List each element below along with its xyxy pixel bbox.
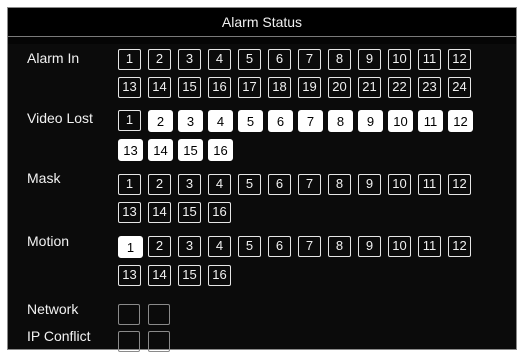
channel-20-indicator: 20: [328, 77, 351, 98]
channel-3-indicator: 3: [178, 174, 201, 195]
channel-13-indicator: 13: [118, 77, 141, 98]
channel-17-indicator: 17: [238, 77, 261, 98]
mask-label: Mask: [27, 170, 61, 186]
channel-11-indicator: 11: [418, 49, 441, 70]
channel-10-indicator: 10: [388, 110, 413, 132]
channel-4-indicator: 4: [208, 174, 231, 195]
channel-13-indicator: 13: [118, 139, 143, 161]
motion-label: Motion: [27, 233, 70, 249]
channel-10-indicator: 10: [388, 49, 411, 70]
channel-12-indicator: 12: [448, 174, 471, 195]
channel-11-indicator: 11: [418, 174, 441, 195]
channel-9-indicator: 9: [358, 110, 383, 132]
mask-channels: 1 2 3 4 5 6 7 8 9 10 11 12 13 14 15 16: [118, 174, 473, 223]
channel-14-indicator: 14: [148, 139, 173, 161]
channel-19-indicator: 19: [298, 77, 321, 98]
status-indicator: [118, 331, 140, 352]
channel-7-indicator: 7: [298, 110, 323, 132]
motion-channels: 1 2 3 4 5 6 7 8 9 10 11 12 13 14 15 16: [118, 236, 473, 286]
status-indicator: [118, 304, 140, 325]
channel-16-indicator: 16: [208, 139, 233, 161]
channel-6-indicator: 6: [268, 49, 291, 70]
ip-conflict-indicators: [118, 331, 473, 352]
channel-7-indicator: 7: [298, 49, 321, 70]
channel-14-indicator: 14: [148, 77, 171, 98]
channel-8-indicator: 8: [328, 236, 351, 257]
channel-8-indicator: 8: [328, 49, 351, 70]
channel-1-indicator: 1: [118, 49, 141, 70]
alarm-in-channels: 1 2 3 4 5 6 7 8 9 10 11 12 13 14 15 16 17 18 19 20 21 22 23 24: [118, 49, 473, 98]
channel-15-indicator: 15: [178, 77, 201, 98]
channel-2-indicator: 2: [148, 110, 173, 132]
channel-10-indicator: 10: [388, 236, 411, 257]
channel-12-indicator: 12: [448, 49, 471, 70]
channel-4-indicator: 4: [208, 110, 233, 132]
channel-5-indicator: 5: [238, 174, 261, 195]
channel-2-indicator: 2: [148, 236, 171, 257]
channel-5-indicator: 5: [238, 49, 261, 70]
channel-23-indicator: 23: [418, 77, 441, 98]
channel-15-indicator: 15: [178, 202, 201, 223]
channel-14-indicator: 14: [148, 202, 171, 223]
channel-13-indicator: 13: [118, 202, 141, 223]
status-indicator: [148, 304, 170, 325]
channel-4-indicator: 4: [208, 49, 231, 70]
channel-8-indicator: 8: [328, 110, 353, 132]
channel-1-indicator: 1: [118, 236, 143, 258]
window-title: Alarm Status: [8, 8, 516, 37]
channel-14-indicator: 14: [148, 265, 171, 286]
channel-16-indicator: 16: [208, 202, 231, 223]
channel-18-indicator: 18: [268, 77, 291, 98]
channel-13-indicator: 13: [118, 265, 141, 286]
channel-11-indicator: 11: [418, 236, 441, 257]
channel-6-indicator: 6: [268, 174, 291, 195]
channel-16-indicator: 16: [208, 77, 231, 98]
channel-9-indicator: 9: [358, 236, 381, 257]
channel-15-indicator: 15: [178, 265, 201, 286]
channel-3-indicator: 3: [178, 236, 201, 257]
video-lost-label: Video Lost: [27, 110, 93, 126]
video-lost-channels: 1 2 3 4 5 6 7 8 9 10 11 12 13 14 15 16: [118, 110, 473, 161]
channel-9-indicator: 9: [358, 49, 381, 70]
status-indicator: [148, 331, 170, 352]
channel-22-indicator: 22: [388, 77, 411, 98]
ip-conflict-label: IP Conflict: [27, 328, 91, 344]
channel-12-indicator: 12: [448, 110, 473, 132]
alarm-status-window: Alarm Status Alarm In 1 2 3 4 5 6 7 8 9 10 11 12 13 1…: [7, 7, 517, 352]
channel-9-indicator: 9: [358, 174, 381, 195]
channel-11-indicator: 11: [418, 110, 443, 132]
channel-1-indicator: 1: [118, 174, 141, 195]
network-indicators: [118, 304, 473, 325]
channel-24-indicator: 24: [448, 77, 471, 98]
channel-6-indicator: 6: [268, 110, 293, 132]
channel-7-indicator: 7: [298, 174, 321, 195]
channel-1-indicator: 1: [118, 110, 141, 131]
channel-15-indicator: 15: [178, 139, 203, 161]
channel-8-indicator: 8: [328, 174, 351, 195]
channel-21-indicator: 21: [358, 77, 381, 98]
channel-16-indicator: 16: [208, 265, 231, 286]
channel-2-indicator: 2: [148, 49, 171, 70]
channel-2-indicator: 2: [148, 174, 171, 195]
channel-4-indicator: 4: [208, 236, 231, 257]
channel-5-indicator: 5: [238, 110, 263, 132]
channel-5-indicator: 5: [238, 236, 261, 257]
channel-7-indicator: 7: [298, 236, 321, 257]
channel-3-indicator: 3: [178, 110, 203, 132]
network-label: Network: [27, 301, 79, 317]
channel-12-indicator: 12: [448, 236, 471, 257]
channel-6-indicator: 6: [268, 236, 291, 257]
alarm-in-label: Alarm In: [27, 50, 80, 66]
channel-10-indicator: 10: [388, 174, 411, 195]
alarm-status-panel: Alarm In 1 2 3 4 5 6 7 8 9 10 11 12 13 14 15 16 17 18 19 20…: [8, 44, 516, 352]
channel-3-indicator: 3: [178, 49, 201, 70]
